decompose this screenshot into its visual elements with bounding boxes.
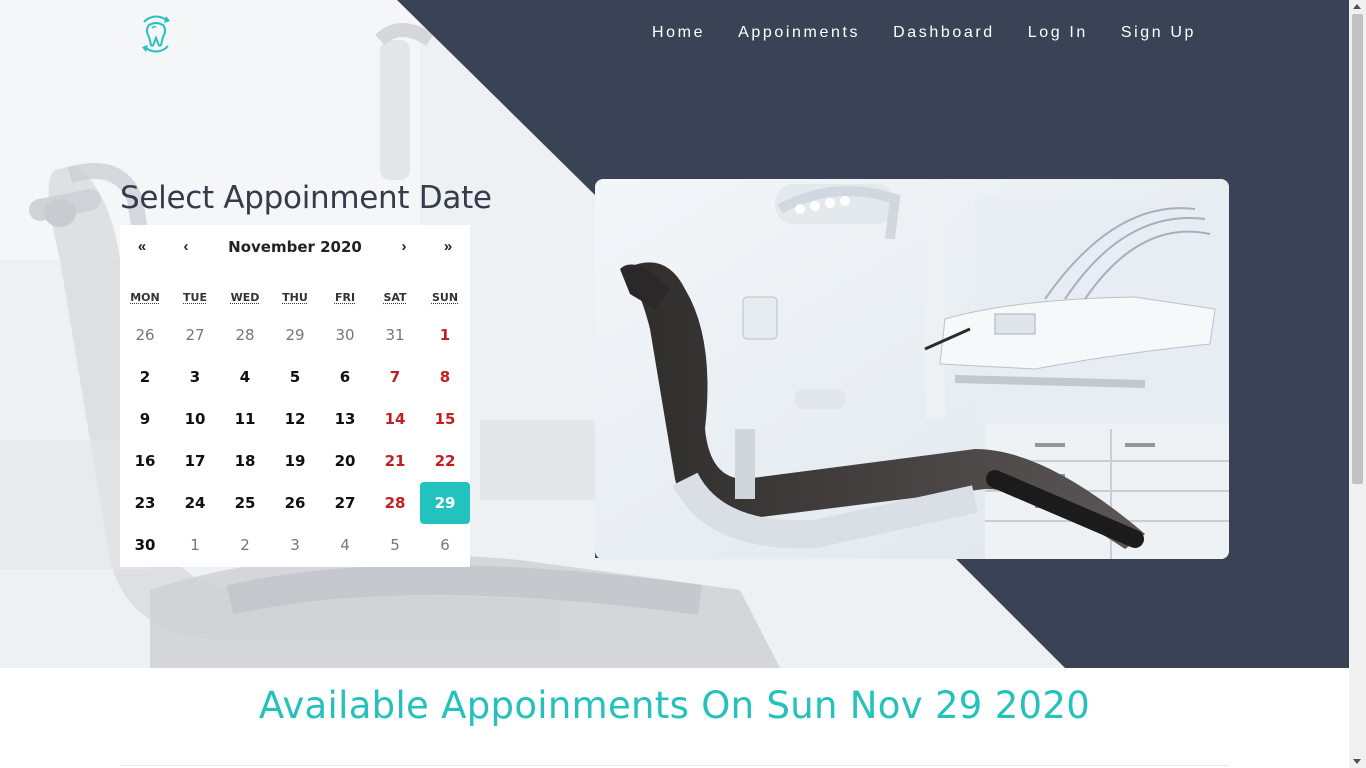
calendar-days-grid: 26 27 28 29 30 31 1 2 3 4 5 6 7 8 9 10 11 12 13 14 15 16 17 18 1… [120,314,470,566]
calendar-day[interactable]: 30 [320,314,370,356]
calendar: « ‹ November 2020 › » MON TUE WED THU FR… [120,225,470,567]
weekday-label: SAT [383,291,407,304]
calendar-day[interactable]: 11 [220,398,270,440]
calendar-day[interactable]: 1 [420,314,470,356]
calendar-day-selected[interactable]: 29 [420,482,470,524]
tooth-icon [142,15,170,53]
calendar-day[interactable]: 12 [270,398,320,440]
scroll-thumb[interactable] [1352,14,1363,484]
logo[interactable] [134,12,178,56]
calendar-day[interactable]: 22 [420,440,470,482]
weekday-label: TUE [183,291,207,304]
hero-section: Home Appoinments Dashboard Log In Sign U… [0,0,1349,668]
calendar-day[interactable]: 7 [370,356,420,398]
calendar-day[interactable]: 3 [270,524,320,566]
month-label[interactable]: November 2020 [208,225,382,269]
calendar-day[interactable]: 18 [220,440,270,482]
weekday-header: MON TUE WED THU FRI SAT SUN [120,291,470,307]
calendar-day[interactable]: 17 [170,440,220,482]
calendar-navigation: « ‹ November 2020 › » [120,225,470,269]
nav-sign-up[interactable]: Sign Up [1121,22,1196,44]
calendar-day[interactable]: 19 [270,440,320,482]
weekday-label: THU [282,291,308,304]
weekday-label: SUN [431,291,459,304]
next-year-button[interactable]: » [426,225,470,269]
section-divider [120,765,1229,766]
calendar-title: Select Appoinment Date [120,180,492,216]
weekday-label: WED [230,291,260,304]
dental-chair-photo [595,179,1229,559]
calendar-day[interactable]: 27 [170,314,220,356]
calendar-day[interactable]: 28 [220,314,270,356]
calendar-day[interactable]: 21 [370,440,420,482]
page-scrollbar[interactable] [1349,0,1366,768]
calendar-day[interactable]: 8 [420,356,470,398]
calendar-day[interactable]: 2 [120,356,170,398]
calendar-day[interactable]: 31 [370,314,420,356]
next-month-button[interactable]: › [382,225,426,269]
calendar-day[interactable]: 5 [370,524,420,566]
calendar-day[interactable]: 4 [220,356,270,398]
calendar-day[interactable]: 24 [170,482,220,524]
calendar-day[interactable]: 1 [170,524,220,566]
calendar-day[interactable]: 26 [270,482,320,524]
prev-year-button[interactable]: « [120,225,164,269]
prev-month-button[interactable]: ‹ [164,225,208,269]
calendar-day[interactable]: 28 [370,482,420,524]
calendar-day[interactable]: 30 [120,524,170,566]
calendar-day[interactable]: 23 [120,482,170,524]
calendar-day[interactable]: 6 [320,356,370,398]
calendar-day[interactable]: 25 [220,482,270,524]
weekday-label: MON [130,291,160,304]
available-appointments-heading: Available Appoinments On Sun Nov 29 2020 [258,684,1091,727]
calendar-day[interactable]: 27 [320,482,370,524]
calendar-day[interactable]: 14 [370,398,420,440]
weekday-label: FRI [334,291,356,304]
calendar-day[interactable]: 9 [120,398,170,440]
calendar-day[interactable]: 4 [320,524,370,566]
calendar-day[interactable]: 10 [170,398,220,440]
calendar-day[interactable]: 13 [320,398,370,440]
dental-chair-illustration [595,179,1229,559]
calendar-day[interactable]: 20 [320,440,370,482]
scroll-down-arrow-icon[interactable] [1353,759,1361,764]
calendar-day[interactable]: 16 [120,440,170,482]
main-nav: Home Appoinments Dashboard Log In Sign U… [619,22,1196,44]
calendar-day[interactable]: 5 [270,356,320,398]
scroll-up-arrow-icon[interactable] [1353,4,1361,9]
calendar-day[interactable]: 15 [420,398,470,440]
calendar-day[interactable]: 29 [270,314,320,356]
calendar-day[interactable]: 3 [170,356,220,398]
nav-dashboard[interactable]: Dashboard [893,22,995,44]
calendar-day[interactable]: 2 [220,524,270,566]
nav-appoinments[interactable]: Appoinments [738,22,860,44]
nav-home[interactable]: Home [652,22,705,44]
nav-log-in[interactable]: Log In [1028,22,1088,44]
calendar-day[interactable]: 6 [420,524,470,566]
calendar-day[interactable]: 26 [120,314,170,356]
